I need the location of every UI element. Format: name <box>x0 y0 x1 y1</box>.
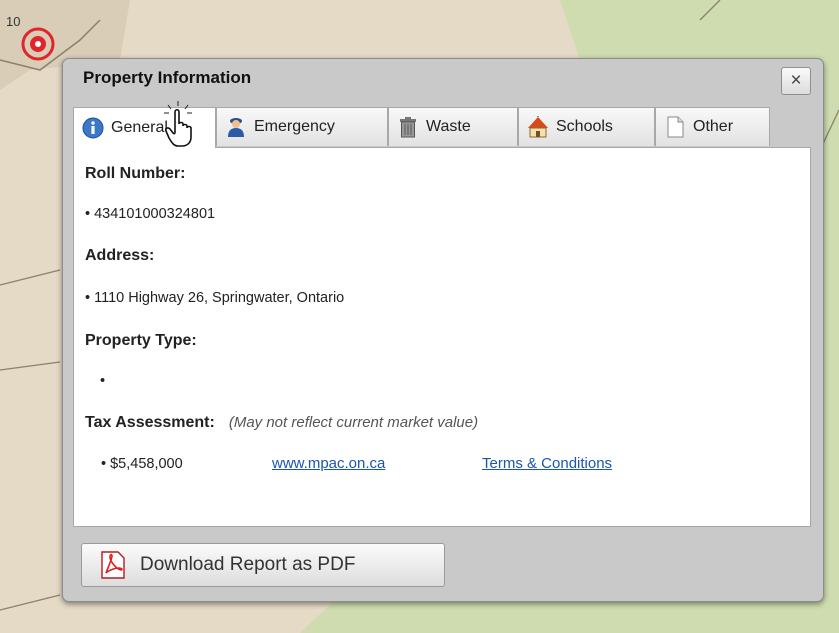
tab-label: Schools <box>556 118 613 135</box>
roll-number-value: • 434101000324801 <box>85 206 216 222</box>
document-icon <box>667 116 684 138</box>
tab-label: Waste <box>426 118 471 135</box>
tax-assessment-label: Tax Assessment: <box>85 414 215 431</box>
map-pin-icon[interactable] <box>20 26 56 62</box>
general-tab-panel: Roll Number: • 434101000324801 Address: … <box>73 147 811 527</box>
trash-can-icon <box>400 117 416 138</box>
tax-assessment-value: • $5,458,000 <box>101 456 183 472</box>
popup-title: Property Information <box>83 68 252 87</box>
school-house-icon <box>528 116 548 138</box>
tax-assessment-note: (May not reflect current market value) <box>228 414 479 431</box>
roll-number-label: Roll Number: <box>85 165 186 182</box>
map-pin-label: 10 <box>6 14 21 29</box>
tax-assessment-heading: Tax Assessment: (May not reflect current … <box>85 414 478 432</box>
property-type-label: Property Type: <box>85 332 197 349</box>
info-icon <box>82 117 104 139</box>
hand-pointer-cursor-icon <box>164 101 192 147</box>
download-pdf-label: Download Report as PDF <box>140 554 356 575</box>
emergency-person-icon <box>228 118 244 137</box>
tab-other[interactable]: Other <box>655 107 770 146</box>
download-pdf-button[interactable]: Download Report as PDF <box>81 543 445 587</box>
address-label: Address: <box>85 247 155 264</box>
tab-label: Emergency <box>254 118 335 135</box>
tab-waste[interactable]: Waste <box>388 107 518 146</box>
tab-emergency[interactable]: Emergency <box>216 107 388 146</box>
mpac-link[interactable]: www.mpac.on.ca <box>272 455 385 472</box>
property-type-value: • <box>100 373 106 389</box>
close-button[interactable]: × <box>781 67 811 95</box>
tab-schools[interactable]: Schools <box>518 107 655 146</box>
address-value: • 1110 Highway 26, Springwater, Ontario <box>85 290 345 306</box>
terms-conditions-link[interactable]: Terms & Conditions <box>482 455 612 472</box>
pdf-icon <box>101 551 125 579</box>
tab-label: Other <box>693 118 734 135</box>
